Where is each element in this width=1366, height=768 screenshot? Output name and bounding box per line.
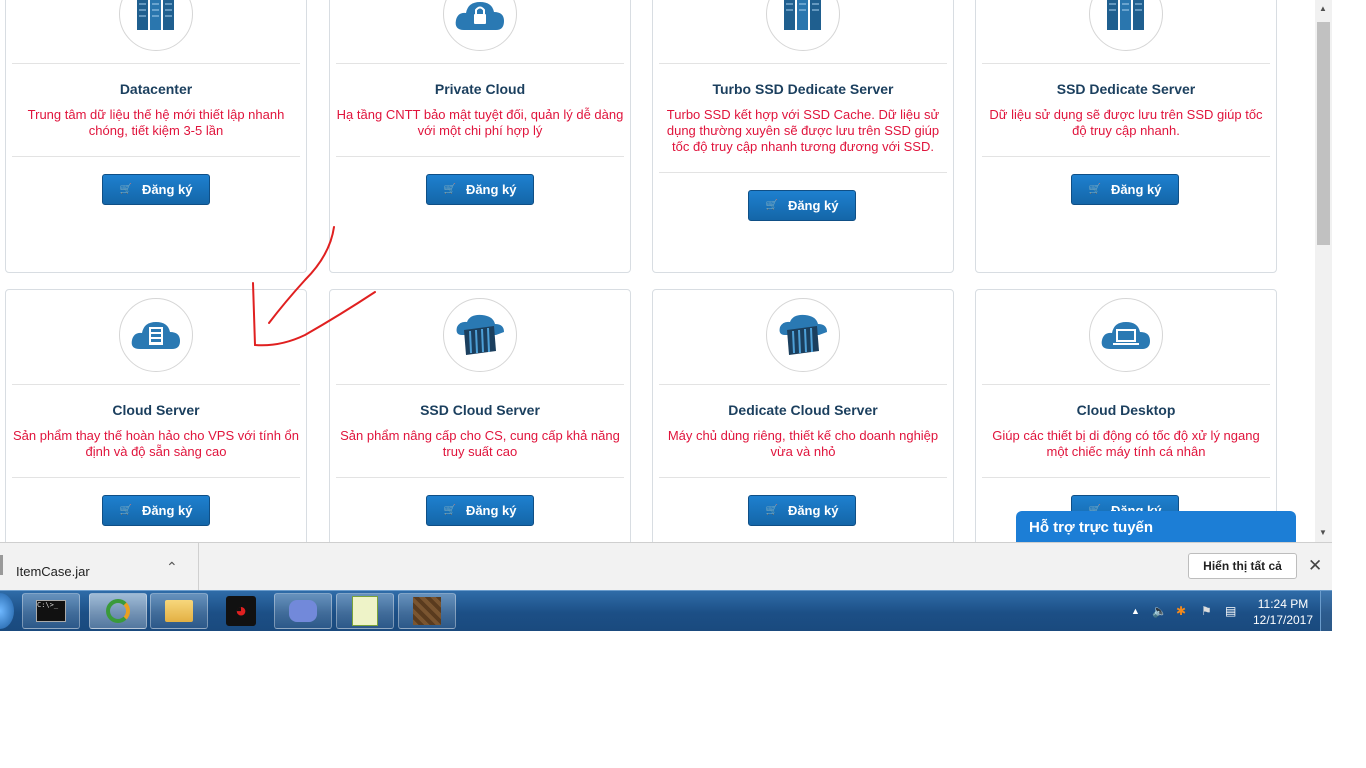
card-title: Turbo SSD Dedicate Server: [712, 81, 894, 97]
windows-taskbar: C:\>_ ◕ ▲ 🔈 ✱ ⚑ ▤ 11:24 PM 12/17/2017: [0, 590, 1333, 631]
taskbar-notepad-plus-plus[interactable]: [336, 593, 394, 629]
chevron-up-icon[interactable]: ⌃: [166, 559, 178, 576]
clock-time: 11:24 PM: [1257, 597, 1309, 611]
start-button[interactable]: [0, 593, 14, 629]
card-title: Cloud Desktop: [1076, 402, 1176, 418]
garena-icon: ◕: [226, 596, 256, 626]
download-item[interactable]: ItemCase.jar ⌃: [0, 543, 199, 590]
card-description: Turbo SSD kết hợp với SSD Cache. Dữ liệu…: [666, 107, 940, 154]
minecraft-icon: [413, 597, 441, 625]
cloud-server-icon: [443, 298, 517, 372]
coccoc-browser-icon: [106, 599, 130, 623]
avast-icon[interactable]: ✱: [1176, 604, 1186, 618]
card-title: SSD Cloud Server: [420, 402, 540, 418]
taskbar-clock[interactable]: 11:24 PM 12/17/2017: [1250, 596, 1316, 628]
taskbar-cmd[interactable]: C:\>_: [22, 593, 80, 629]
register-button[interactable]: 🛒Đăng ký: [1071, 174, 1179, 205]
service-card-dedicate-cloud-server: Dedicate Cloud Server Máy chủ dùng riêng…: [652, 289, 954, 542]
card-description: Dữ liệu sử dụng sẽ được lưu trên SSD giú…: [989, 107, 1263, 138]
cloud-desktop-icon: [1089, 298, 1163, 372]
taskbar-discord[interactable]: [274, 593, 332, 629]
scrollbar-thumb[interactable]: [1317, 22, 1330, 245]
action-center-flag-icon[interactable]: ⚑: [1201, 604, 1212, 618]
card-description: Sản phẩm nâng cấp cho CS, cung cấp khả n…: [340, 428, 620, 459]
cloud-server-icon: [766, 298, 840, 372]
taskbar-garena[interactable]: ◕: [212, 593, 270, 629]
taskbar-minecraft[interactable]: [398, 593, 456, 629]
card-title: Dedicate Cloud Server: [728, 402, 878, 418]
scroll-up-icon[interactable]: ▲: [1319, 4, 1327, 13]
register-button[interactable]: 🛒Đăng ký: [748, 495, 856, 526]
register-button[interactable]: 🛒Đăng ký: [748, 190, 856, 221]
file-icon: [0, 555, 3, 575]
download-file-name: ItemCase.jar: [16, 564, 90, 579]
download-bar: ItemCase.jar ⌃ Hiển thị tất cả ✕: [0, 542, 1332, 590]
volume-icon[interactable]: 🔈: [1152, 604, 1167, 618]
scroll-down-icon[interactable]: ▼: [1319, 528, 1327, 537]
register-button[interactable]: 🛒Đăng ký: [426, 174, 534, 205]
notepad-plus-plus-icon: [352, 596, 378, 626]
show-desktop-button[interactable]: [1320, 591, 1333, 631]
clock-date: 12/17/2017: [1252, 613, 1314, 627]
cart-icon: 🛒: [443, 505, 456, 516]
show-all-button[interactable]: Hiển thị tất cả: [1188, 553, 1297, 579]
show-hidden-icons[interactable]: ▲: [1131, 606, 1140, 616]
service-card-ssd-dedicate-server: SSD Dedicate Server Dữ liệu sử dụng sẽ đ…: [975, 0, 1277, 273]
card-title: SSD Dedicate Server: [1056, 81, 1196, 97]
cart-icon: 🛒: [119, 505, 132, 516]
cloud-lock-icon: [443, 0, 517, 51]
taskbar-file-explorer[interactable]: [150, 593, 208, 629]
service-card-turbo-ssd-dedicate-server: Turbo SSD Dedicate Server Turbo SSD kết …: [652, 0, 954, 273]
register-button[interactable]: 🛒Đăng ký: [426, 495, 534, 526]
cart-icon: 🛒: [1088, 184, 1101, 195]
network-icon[interactable]: ▤: [1225, 604, 1236, 618]
taskbar-coccoc-browser[interactable]: [89, 593, 147, 629]
vertical-scrollbar[interactable]: ▲ ▼: [1315, 0, 1332, 542]
card-description: Sản phẩm thay thế hoàn hảo cho VPS với t…: [12, 428, 300, 459]
discord-icon: [289, 600, 317, 622]
register-button[interactable]: 🛒Đăng ký: [102, 495, 210, 526]
card-description: Giúp các thiết bị di động có tốc độ xử l…: [992, 428, 1260, 459]
cart-icon: 🛒: [443, 184, 456, 195]
card-description: Máy chủ dùng riêng, thiết kế cho doanh n…: [667, 428, 939, 459]
command-prompt-icon: C:\>_: [36, 600, 66, 622]
cart-icon: 🛒: [765, 200, 778, 211]
server-icon: [1089, 0, 1163, 51]
web-page-viewport: Datacenter Trung tâm dữ liệu thế hệ mới …: [0, 0, 1332, 542]
card-title: Cloud Server: [112, 402, 200, 418]
service-card-cloud-desktop: Cloud Desktop Giúp các thiết bị di động …: [975, 289, 1277, 542]
red-annotation-arrow: [252, 226, 376, 347]
folder-icon: [165, 600, 193, 622]
close-icon[interactable]: ✕: [1308, 556, 1322, 576]
online-support-chat-widget[interactable]: Hỗ trợ trực tuyến: [1016, 511, 1296, 542]
server-icon: [766, 0, 840, 51]
cart-icon: 🛒: [765, 505, 778, 516]
